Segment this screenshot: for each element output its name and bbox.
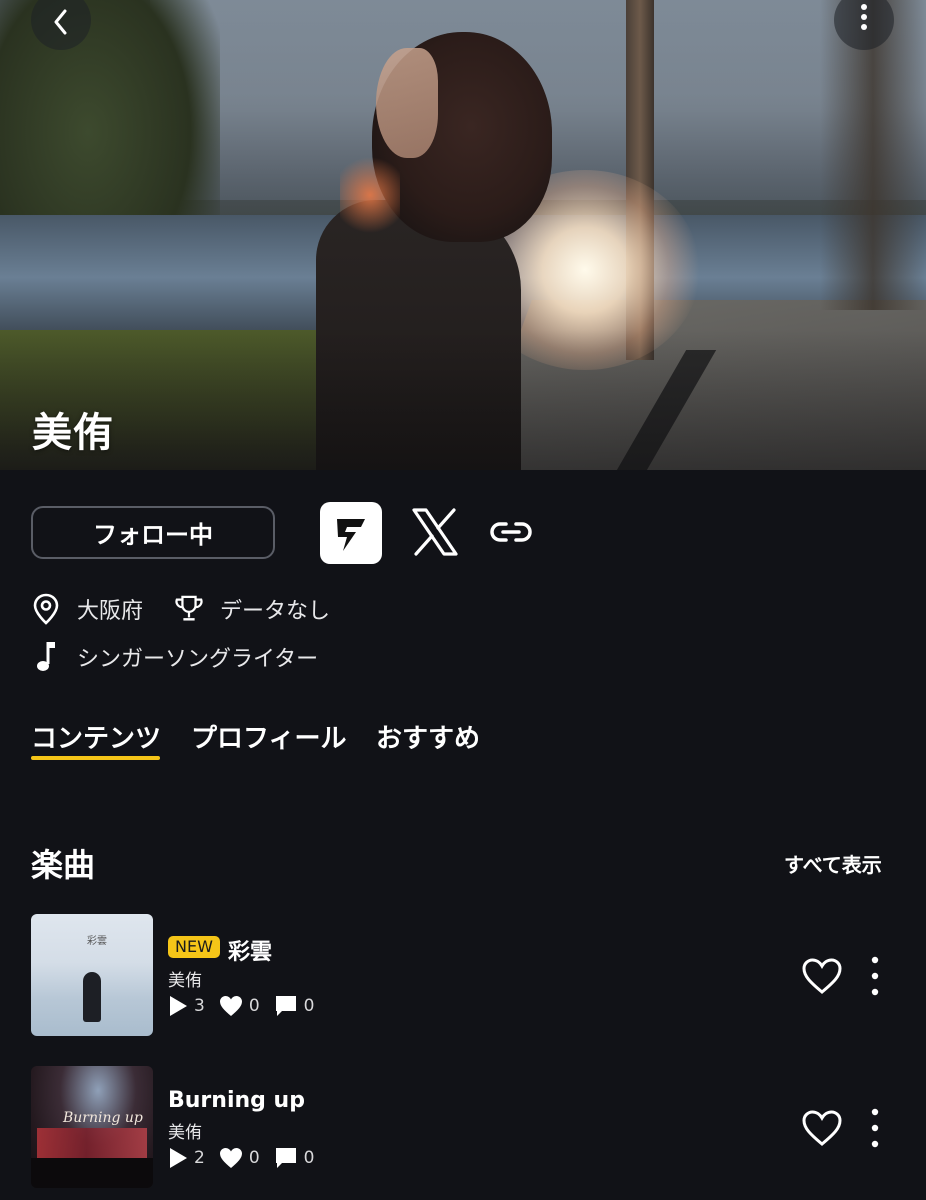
- artist-face: [376, 48, 438, 158]
- song-artist[interactable]: 美侑: [168, 1118, 202, 1143]
- song-stats: 3 0 0: [168, 994, 328, 1018]
- hair-glow: [340, 150, 400, 240]
- tab-contents[interactable]: コンテンツ: [31, 718, 161, 755]
- play-icon: [170, 996, 187, 1016]
- song-item[interactable]: Burning up Burning up 美侑 2 0 0: [0, 1066, 926, 1188]
- new-badge: NEW: [168, 936, 220, 958]
- chevron-left-icon: [54, 9, 67, 35]
- play-count: 3: [168, 995, 205, 1017]
- tab-profile[interactable]: プロフィール: [191, 718, 346, 755]
- favorite-button[interactable]: [800, 1106, 844, 1150]
- heart-outline-icon: [802, 1110, 842, 1146]
- artist-name: 美侑: [32, 410, 114, 456]
- comment-count-value: 0: [303, 1148, 315, 1168]
- more-vertical-icon: [871, 956, 879, 996]
- favorite-button[interactable]: [800, 954, 844, 998]
- song-cover[interactable]: Burning up: [31, 1066, 153, 1188]
- songs-section-title: 楽曲: [31, 846, 96, 884]
- comment-count-value: 0: [303, 996, 315, 1016]
- song-item[interactable]: 彩雲 NEW 彩雲 美侑 3 0 0: [0, 914, 926, 1036]
- trophy-icon: [174, 592, 204, 626]
- comment-count: 0: [274, 1146, 315, 1170]
- tab-recommend[interactable]: おすすめ: [376, 718, 480, 755]
- cover-title: Burning up: [63, 1110, 143, 1126]
- genre-info: シンガーソングライター: [31, 640, 318, 674]
- x-logo-icon[interactable]: [410, 506, 460, 558]
- more-vertical-icon: [861, 4, 867, 30]
- like-count-value: 0: [248, 996, 260, 1016]
- location-pin-icon: [31, 592, 61, 626]
- artist-header-image: 美侑: [0, 0, 926, 470]
- play-count: 2: [168, 1147, 205, 1169]
- more-vertical-icon: [871, 1108, 879, 1148]
- comment-count: 0: [274, 994, 315, 1018]
- comment-icon: [275, 996, 296, 1016]
- play-count-value: 2: [194, 1148, 205, 1168]
- music-note-icon: [31, 640, 61, 674]
- see-all-link[interactable]: すべて表示: [784, 849, 882, 878]
- like-count-value: 0: [248, 1148, 260, 1168]
- app-logo-glyph: [337, 519, 365, 551]
- song-cover[interactable]: 彩雲: [31, 914, 153, 1036]
- heart-icon: [219, 1148, 242, 1168]
- cover-title: 彩雲: [87, 936, 107, 947]
- app-logo-icon[interactable]: [320, 502, 382, 564]
- award-text: データなし: [220, 599, 331, 624]
- song-artist[interactable]: 美侑: [168, 966, 202, 991]
- song-title[interactable]: Burning up: [168, 1088, 305, 1113]
- like-count: 0: [219, 1147, 260, 1169]
- cover-stage: [37, 1128, 147, 1158]
- link-icon[interactable]: [486, 512, 536, 552]
- location-info: 大阪府: [31, 592, 143, 626]
- play-icon: [170, 1148, 187, 1168]
- heart-outline-icon: [802, 958, 842, 994]
- heart-icon: [219, 996, 242, 1016]
- comment-icon: [275, 1148, 296, 1168]
- cover-crowd: [31, 1158, 153, 1188]
- bottom-shade: [0, 330, 926, 470]
- location-text: 大阪府: [77, 599, 144, 624]
- genre-text: シンガーソングライター: [77, 647, 319, 672]
- like-count: 0: [219, 995, 260, 1017]
- play-count-value: 3: [194, 996, 205, 1016]
- song-menu-button[interactable]: [860, 954, 890, 998]
- song-menu-button[interactable]: [860, 1106, 890, 1150]
- award-info: データなし: [174, 592, 330, 626]
- active-tab-indicator: [31, 756, 160, 760]
- song-stats: 2 0 0: [168, 1146, 328, 1170]
- follow-button[interactable]: フォロー中: [31, 506, 275, 559]
- cover-figure: [83, 972, 101, 1022]
- song-title[interactable]: 彩雲: [228, 934, 272, 966]
